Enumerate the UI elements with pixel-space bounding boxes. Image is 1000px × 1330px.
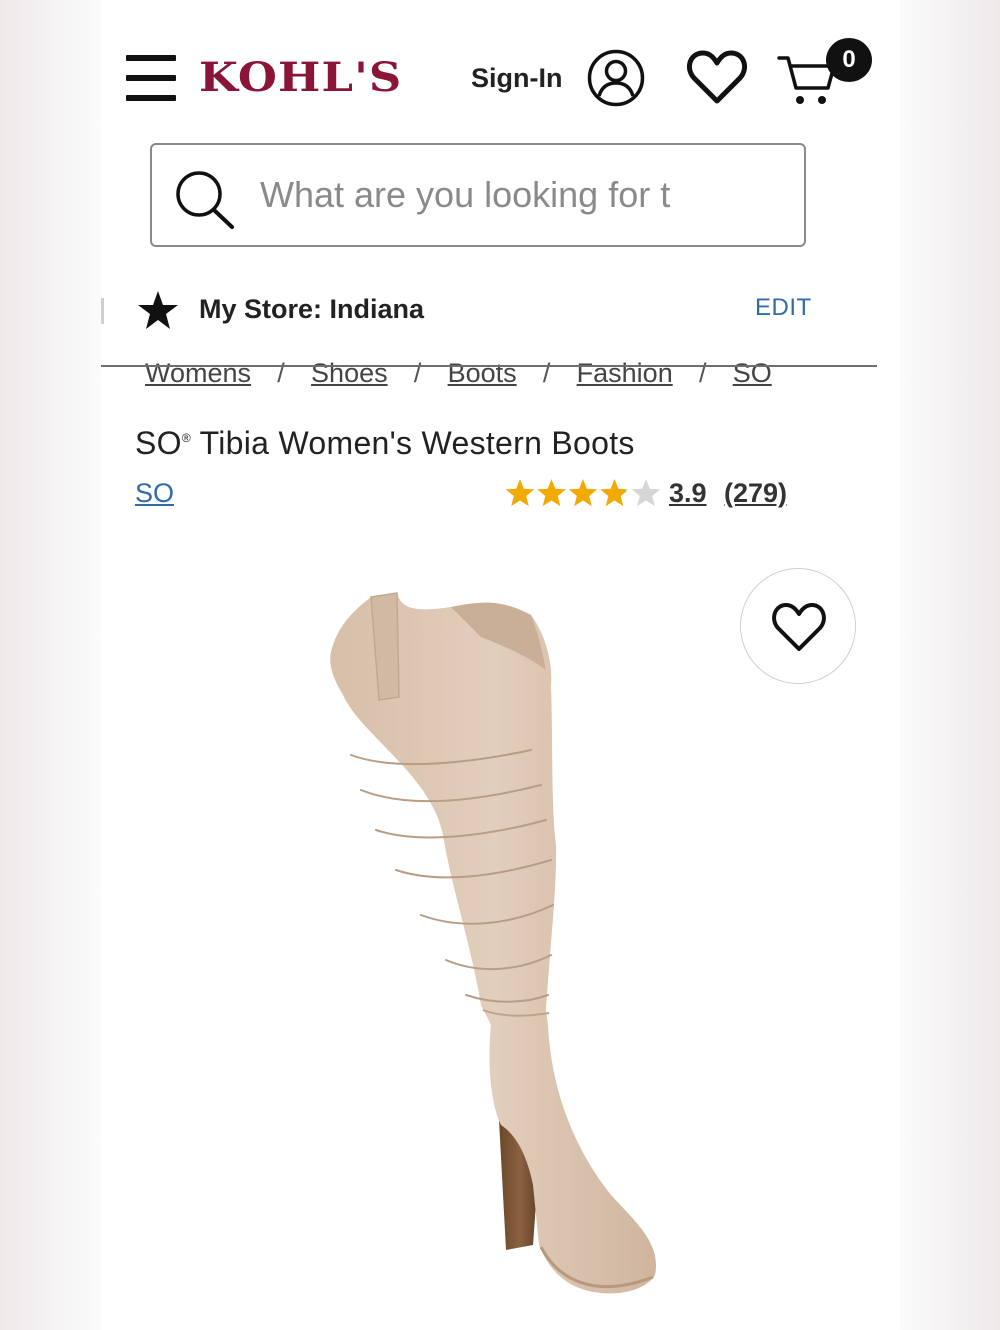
breadcrumb-link-shoes[interactable]: Shoes (311, 358, 388, 388)
product-title: SO® Tibia Women's Western Boots (135, 425, 635, 462)
review-count[interactable]: (279) (724, 478, 787, 509)
rating-star (505, 479, 535, 507)
rating-star (568, 479, 598, 507)
breadcrumb-link-womens[interactable]: Womens (145, 358, 251, 388)
product-image[interactable] (301, 585, 681, 1305)
search-input[interactable] (260, 165, 770, 225)
rating-value[interactable]: 3.9 (669, 478, 707, 509)
header: KOHL'S Sign-In 0 (101, 0, 900, 140)
signin-label[interactable]: Sign-In (471, 60, 562, 96)
star-icon (138, 291, 178, 329)
kohls-logo[interactable]: KOHL'S (199, 52, 402, 104)
breadcrumb-separator: / (277, 358, 285, 388)
cart-count-badge: 0 (826, 38, 872, 82)
breadcrumb-separator: / (413, 358, 422, 388)
rating-star (537, 479, 566, 507)
breadcrumb-link-so[interactable]: SO (733, 358, 772, 388)
account-icon[interactable] (587, 49, 645, 107)
product-brand-prefix: SO (135, 425, 182, 461)
divider (101, 298, 104, 324)
my-store-row: My Store: Indiana EDIT (101, 282, 900, 338)
menu-icon[interactable] (126, 55, 176, 101)
rating-star (600, 479, 629, 507)
search-box[interactable] (150, 143, 806, 247)
header-divider (101, 365, 877, 367)
page: KOHL'S Sign-In 0 My Store: Indiana EDIT (101, 0, 900, 1330)
product-name: Tibia Women's Western Boots (191, 425, 635, 461)
search-icon[interactable] (174, 169, 236, 229)
edit-store-link[interactable]: EDIT (755, 294, 812, 322)
breadcrumb: Womens / Shoes / Boots / Fashion / SO (145, 355, 885, 395)
rating-stars (505, 479, 661, 507)
store-label: My Store: Indiana (199, 294, 425, 324)
heart-icon[interactable] (686, 48, 748, 106)
breadcrumb-link-fashion[interactable]: Fashion (577, 358, 673, 388)
registered-mark: ® (181, 431, 191, 445)
add-to-favorites-button[interactable] (740, 568, 856, 684)
rating-star (631, 479, 661, 507)
breadcrumb-items: Womens / Shoes / Boots / Fashion / SO (145, 355, 772, 391)
heart-icon[interactable] (771, 601, 827, 653)
breadcrumb-link-boots[interactable]: Boots (448, 358, 517, 388)
breadcrumb-separator: / (698, 358, 707, 388)
breadcrumb-separator: / (542, 358, 551, 388)
brand-link[interactable]: SO (135, 478, 174, 509)
